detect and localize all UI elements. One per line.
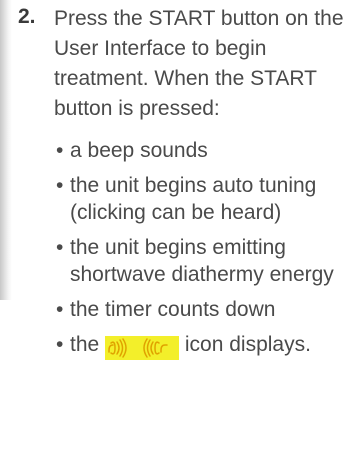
list-item: • the timer counts down <box>56 296 346 323</box>
bullet-dot: • <box>56 174 64 197</box>
step-text: Press the START button on the User Inter… <box>54 7 344 120</box>
step-number: 2. <box>18 5 36 28</box>
list-item-prefix: the <box>70 333 106 356</box>
list-item: • a beep sounds <box>56 137 346 164</box>
list-item-text: the timer counts down <box>70 298 276 321</box>
list-item-text: a beep sounds <box>70 139 208 162</box>
list-item-text: the unit begins emitting shortwave diath… <box>70 236 334 286</box>
page-edge-shadow <box>0 0 12 300</box>
page: 2. Press the START button on the User In… <box>0 0 359 456</box>
bullet-list: • a beep sounds • the unit begins auto t… <box>56 137 346 360</box>
list-item-text: icon displays. <box>179 333 311 356</box>
bullet-dot: • <box>56 236 64 259</box>
bullet-dot: • <box>56 139 64 162</box>
bullet-dot: • <box>56 298 64 321</box>
list-item: • the unit begins auto tuning (clicking … <box>56 172 346 226</box>
list-item: • the unit begins emitting shortwave dia… <box>56 234 346 288</box>
list-item: • the icon displays. <box>56 331 346 360</box>
bullet-dot: • <box>56 333 64 356</box>
list-item-text: the unit begins auto tuning (clicking ca… <box>70 174 317 224</box>
emission-waves-icon <box>105 336 180 360</box>
